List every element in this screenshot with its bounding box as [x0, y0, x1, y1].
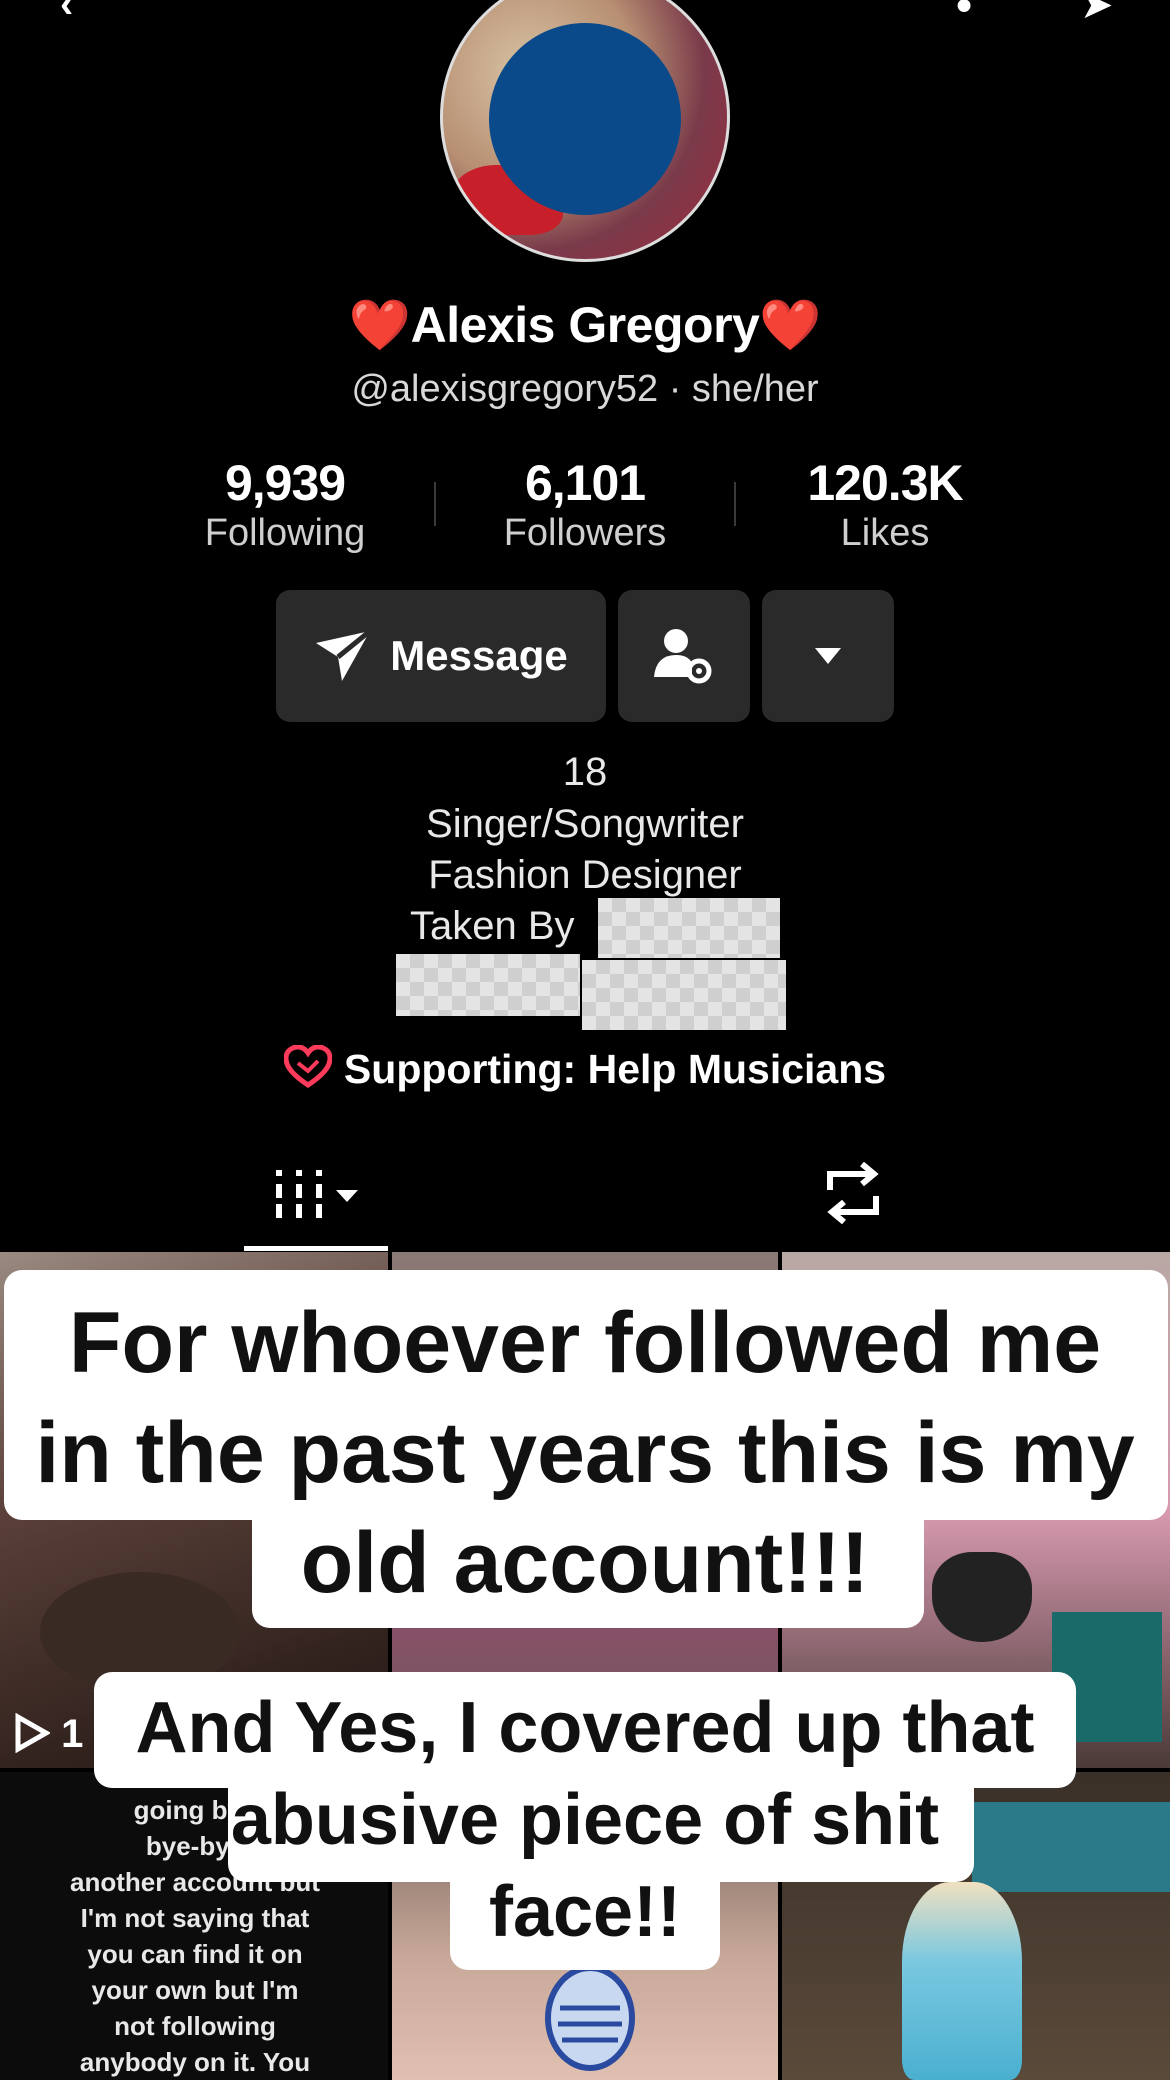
message-button[interactable]: Message — [276, 590, 606, 722]
stat-following[interactable]: 9,939 Following — [155, 454, 415, 555]
stat-likes[interactable]: 120.3K Likes — [755, 454, 1015, 555]
stat-followers-value: 6,101 — [524, 455, 646, 511]
caption-line: face!! — [488, 1872, 682, 1952]
supporting-link[interactable]: Supporting: Help Musicians — [0, 1044, 1170, 1093]
repost-icon — [827, 1161, 879, 1225]
fundraiser-heart-icon — [283, 1044, 333, 1089]
pixelated-redaction — [582, 960, 786, 1030]
stat-likes-value: 120.3K — [807, 455, 963, 511]
tab-active-indicator — [244, 1246, 388, 1251]
caption-line: And Yes, I covered up that — [135, 1688, 1035, 1768]
bio-line: Singer/Songwriter — [426, 802, 744, 846]
profile-name: ❤️Alexis Gregory❤️ — [348, 297, 822, 353]
avatar[interactable] — [440, 0, 730, 262]
add-friend-settings-icon — [654, 629, 712, 684]
pixelated-redaction — [598, 898, 780, 958]
caption-line: old account!!! — [300, 1515, 870, 1611]
pixelated-redaction — [396, 954, 580, 1016]
grid-icon — [276, 1170, 358, 1218]
stat-following-label: Following — [204, 512, 366, 554]
stat-following-value: 9,939 — [224, 455, 346, 511]
stat-likes-label: Likes — [840, 512, 930, 554]
bio-line: Taken By — [410, 904, 575, 948]
caption-line: in the past years this is my — [35, 1405, 1135, 1501]
caption-text: For whoever followed me in the past year… — [0, 1288, 1170, 1618]
stat-divider — [434, 482, 436, 526]
notification-icon[interactable]: ● — [955, 0, 973, 22]
add-friend-settings-button[interactable] — [618, 590, 750, 722]
bio-line: Fashion Designer — [428, 853, 742, 897]
dropdown-icon — [815, 648, 841, 664]
microphone-icon — [545, 1968, 635, 2071]
stat-divider — [734, 482, 736, 526]
caption-line: abusive piece of shit — [230, 1780, 940, 1860]
tab-reposts[interactable] — [820, 1161, 886, 1229]
supporting-label: Supporting: Help Musicians — [343, 1046, 887, 1092]
send-icon — [316, 629, 372, 681]
back-icon[interactable]: ‹ — [60, 0, 73, 27]
tab-videos[interactable] — [274, 1166, 364, 1227]
stat-followers-label: Followers — [503, 512, 667, 554]
stat-followers[interactable]: 6,101 Followers — [455, 454, 715, 555]
avatar-redaction — [489, 23, 681, 215]
more-options-button[interactable] — [762, 590, 894, 722]
profile-handle: @alexisgregory52 · she/her — [351, 368, 819, 410]
caption-line: For whoever followed me — [68, 1295, 1102, 1391]
bio-line: 18 — [562, 750, 608, 794]
share-icon[interactable]: ➤ — [1080, 0, 1114, 28]
message-button-label: Message — [390, 632, 568, 679]
caption-text: And Yes, I covered up that abusive piece… — [0, 1682, 1170, 1958]
